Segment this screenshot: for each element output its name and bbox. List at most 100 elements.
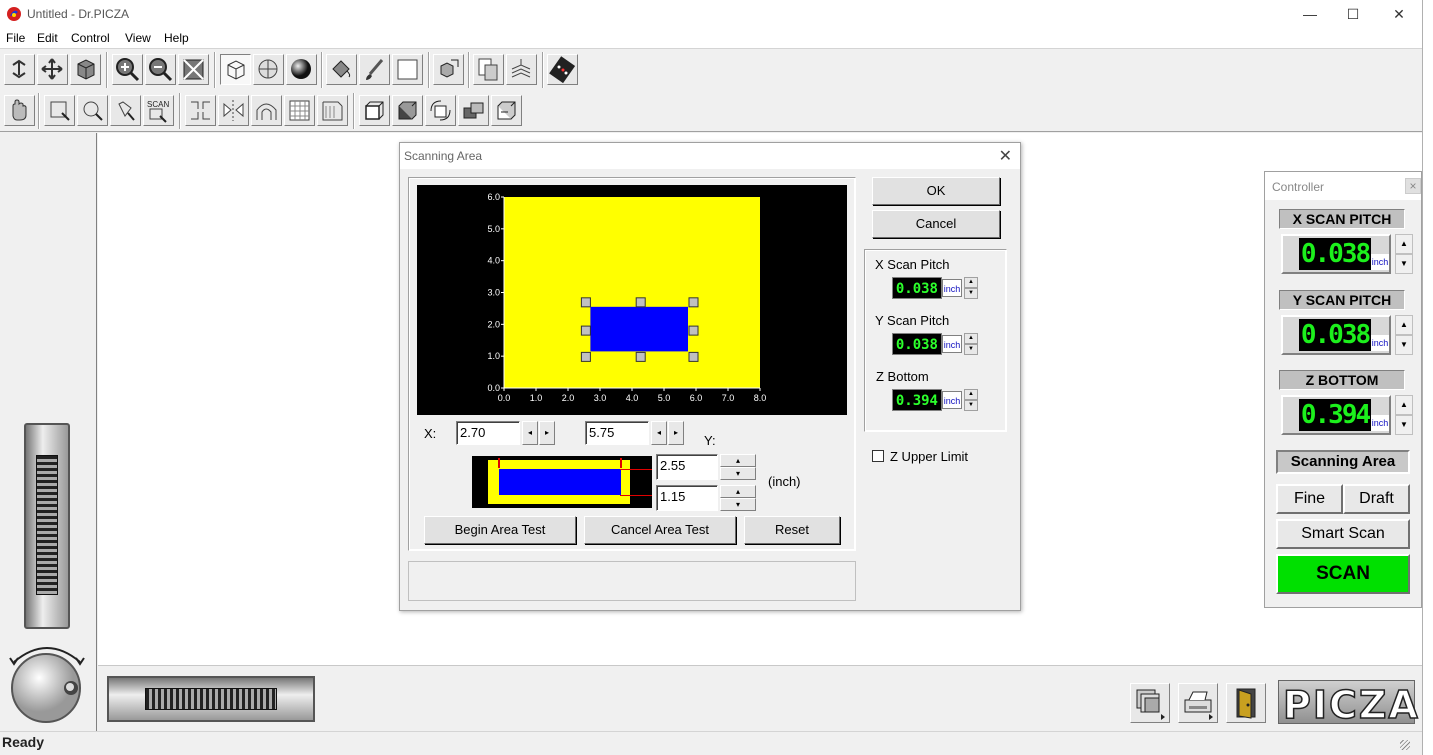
- menu-view[interactable]: View: [125, 31, 151, 45]
- x-tick-label: 8.0: [754, 393, 767, 403]
- controller-icon[interactable]: [547, 54, 578, 85]
- scan-stack-icon[interactable]: [506, 54, 537, 85]
- fit-icon[interactable]: [178, 54, 209, 85]
- rectangle-icon[interactable]: [392, 54, 423, 85]
- zoom-in-icon[interactable]: [112, 54, 143, 85]
- picza-logo: PICZA: [1278, 680, 1419, 728]
- vertical-jog-wheel[interactable]: [24, 423, 70, 629]
- scan-select-icon[interactable]: SCAN: [143, 95, 174, 126]
- x-tick-label: 1.0: [530, 393, 543, 403]
- y-scan-pitch-stepper[interactable]: ▲ ▼: [1395, 315, 1413, 355]
- bottom-control-panel: PICZA: [98, 665, 1422, 731]
- x-tick-label: 6.0: [690, 393, 703, 403]
- y-bottom-field[interactable]: 1.15: [656, 485, 718, 511]
- table-icon[interactable]: [317, 95, 348, 126]
- x-scan-pitch-stepper[interactable]: ▲ ▼: [1395, 234, 1413, 274]
- x-start-decrement[interactable]: ◂: [522, 421, 538, 445]
- z-bottom-label: Z Bottom: [876, 369, 929, 384]
- begin-area-test-button[interactable]: Begin Area Test: [424, 516, 576, 544]
- toolbar-separator: [321, 52, 323, 88]
- menu-edit[interactable]: Edit: [37, 31, 58, 45]
- y-bottom-decrement[interactable]: ▾: [720, 498, 756, 511]
- z-bottom-unit-label: inch: [1371, 415, 1389, 431]
- y-top-decrement[interactable]: ▾: [720, 467, 756, 480]
- box-side-icon[interactable]: [392, 95, 423, 126]
- controller-close-button[interactable]: ×: [1405, 178, 1421, 194]
- x-scan-pitch-unit-label: inch: [1371, 254, 1389, 270]
- paint-bucket-icon[interactable]: [326, 54, 357, 85]
- box-stack-icon[interactable]: [458, 95, 489, 126]
- z-bottom-value: 0.394: [892, 389, 942, 411]
- select-rect-icon[interactable]: [44, 95, 75, 126]
- scan-area-preview[interactable]: 0.0 1.0 2.0 3.0 4.0 5.0 6.0 7.0 8.0 6.0 5.0 4.0 3.0 2…: [417, 185, 847, 415]
- z-upper-limit-checkbox[interactable]: [872, 450, 884, 462]
- y-top-field[interactable]: 2.55: [656, 454, 718, 480]
- x-start-increment[interactable]: ▸: [539, 421, 555, 445]
- scan-button[interactable]: SCAN: [1276, 554, 1410, 594]
- arch-icon[interactable]: [251, 95, 282, 126]
- x-end-field[interactable]: 5.75: [585, 421, 649, 445]
- box-rotate-icon[interactable]: [425, 95, 456, 126]
- x-start-field[interactable]: 2.70: [456, 421, 520, 445]
- move-icon[interactable]: [37, 54, 68, 85]
- fine-button[interactable]: Fine: [1276, 484, 1343, 514]
- y-top-increment[interactable]: ▴: [720, 454, 756, 467]
- cube-fill-icon[interactable]: [70, 54, 101, 85]
- resize-grip-icon[interactable]: [1400, 740, 1410, 750]
- printer-icon[interactable]: [1178, 683, 1218, 723]
- dialog-title-bar: Scanning Area ✕: [400, 143, 1020, 169]
- maximize-button[interactable]: ☐: [1330, 0, 1376, 28]
- rotate-icon[interactable]: [4, 54, 35, 85]
- z-bottom-stepper[interactable]: ▲ ▼: [1395, 395, 1413, 435]
- flat-shade-icon[interactable]: [253, 54, 284, 85]
- minimize-button[interactable]: —: [1287, 0, 1333, 28]
- reset-button[interactable]: Reset: [744, 516, 840, 544]
- menu-control[interactable]: Control: [71, 31, 110, 45]
- smooth-shade-icon[interactable]: [286, 54, 317, 85]
- save-stack-icon[interactable]: [1130, 683, 1170, 723]
- cube-export-icon[interactable]: [433, 54, 464, 85]
- box-flip-icon[interactable]: [491, 95, 522, 126]
- scanning-area-dialog: Scanning Area ✕ 0.0 1.0 2.0 3.0 4.0 5.0 6.0 7.0…: [399, 142, 1021, 611]
- x-tick-label: 2.0: [562, 393, 575, 403]
- copy-page-icon[interactable]: [473, 54, 504, 85]
- wireframe-icon[interactable]: [220, 54, 251, 85]
- rotation-knob[interactable]: [6, 642, 88, 724]
- lasso-icon[interactable]: [110, 95, 141, 126]
- scanning-area-button[interactable]: Scanning Area: [1276, 450, 1410, 474]
- y-bottom-increment[interactable]: ▴: [720, 485, 756, 498]
- resize-icon[interactable]: [185, 95, 216, 126]
- z-upper-limit-label: Z Upper Limit: [890, 449, 969, 464]
- cancel-area-test-button[interactable]: Cancel Area Test: [584, 516, 736, 544]
- cancel-button[interactable]: Cancel: [872, 210, 1000, 238]
- zoom-out-icon[interactable]: [145, 54, 176, 85]
- y-scan-pitch-label: Y Scan Pitch: [875, 313, 950, 328]
- scan-bed: [504, 197, 760, 388]
- menu-help[interactable]: Help: [164, 31, 189, 45]
- y-label: Y:: [704, 433, 716, 448]
- scan-area-rect: [590, 306, 688, 352]
- toolbar-separator: [468, 52, 470, 88]
- mirror-icon[interactable]: [218, 95, 249, 126]
- box-front-icon[interactable]: [359, 95, 390, 126]
- x-end-increment[interactable]: ▸: [668, 421, 684, 445]
- x-scan-pitch-spinner[interactable]: ▲ ▼: [964, 277, 978, 299]
- horizontal-jog-wheel[interactable]: [107, 676, 315, 722]
- z-bottom-spinner[interactable]: ▲ ▼: [964, 389, 978, 411]
- exit-door-icon[interactable]: [1226, 683, 1266, 723]
- dialog-close-button[interactable]: ✕: [999, 146, 1012, 166]
- close-window-button[interactable]: ✕: [1376, 0, 1422, 28]
- select-circle-icon[interactable]: [77, 95, 108, 126]
- preview-plot: 0.0 1.0 2.0 3.0 4.0 5.0 6.0 7.0 8.0 6.0 5.0 4.0 3.0 2…: [487, 192, 767, 403]
- resize-handle: [580, 297, 591, 308]
- smart-scan-button[interactable]: Smart Scan: [1276, 519, 1410, 549]
- grid-icon[interactable]: [284, 95, 315, 126]
- menu-file[interactable]: File: [6, 31, 25, 45]
- brush-icon[interactable]: [359, 54, 390, 85]
- y-scan-pitch-spinner[interactable]: ▲ ▼: [964, 333, 978, 355]
- ok-button[interactable]: OK: [872, 177, 1000, 205]
- x-end-decrement[interactable]: ◂: [651, 421, 667, 445]
- hand-icon[interactable]: [4, 95, 35, 126]
- draft-button[interactable]: Draft: [1343, 484, 1410, 514]
- z-bottom-unit: inch: [942, 391, 962, 409]
